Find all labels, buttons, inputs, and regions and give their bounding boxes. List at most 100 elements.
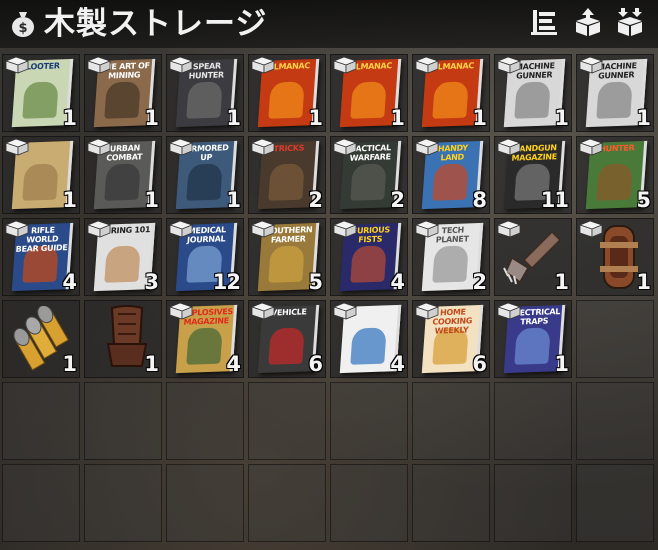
book-icon: [332, 55, 358, 75]
item-quantity: 1: [472, 106, 487, 130]
inventory-slot-empty[interactable]: [248, 464, 326, 542]
svg-text:$: $: [18, 21, 27, 36]
item-quantity: 1: [636, 106, 651, 130]
inventory-slot[interactable]: 4: [330, 300, 408, 378]
inventory-slot[interactable]: ALMANAC 1: [412, 54, 490, 132]
book-icon: [4, 137, 30, 157]
book-icon: [168, 55, 194, 75]
cover-art: [186, 327, 223, 365]
sort-button[interactable]: [528, 8, 560, 40]
item-quantity: 3: [144, 270, 159, 294]
item-quantity: 1: [144, 106, 159, 130]
inventory-slot[interactable]: HOME COOKING WEEKLY 6: [412, 300, 490, 378]
item-quantity: 2: [308, 188, 323, 212]
book-icon: [414, 137, 440, 157]
inventory-slot[interactable]: URBAN COMBAT 1: [84, 136, 162, 214]
inventory-slot[interactable]: SPEAR HUNTER 1: [166, 54, 244, 132]
inventory-slot-empty[interactable]: [412, 464, 490, 542]
inventory-slot-empty[interactable]: [412, 382, 490, 460]
inventory-slot[interactable]: TACTICAL WARFARE 2: [330, 136, 408, 214]
inventory-slot[interactable]: MACHINE GUNNER 1: [576, 54, 654, 132]
cover-art: [22, 163, 59, 201]
item-quantity: 1: [308, 106, 323, 130]
inventory-slot[interactable]: ALMANAC 1: [330, 54, 408, 132]
inventory-slot-empty[interactable]: [576, 464, 654, 542]
book-icon: [168, 301, 194, 321]
inventory-slot-empty[interactable]: [494, 382, 572, 460]
item-quantity: 6: [308, 352, 323, 376]
inventory-slot[interactable]: ELECTRICAL TRAPS 1: [494, 300, 572, 378]
item-quantity: 1: [62, 106, 77, 130]
item-quantity: 11: [540, 188, 569, 212]
cover-art: [514, 81, 551, 119]
inventory-slot[interactable]: EXPLOSIVES MAGAZINE 4: [166, 300, 244, 378]
book-icon: [332, 301, 358, 321]
inventory-slot-empty[interactable]: [576, 300, 654, 378]
sort-icon: [530, 8, 558, 40]
item-quantity: 5: [308, 270, 323, 294]
cover-art: [104, 245, 141, 283]
inventory-slot[interactable]: MACHINE GUNNER 1: [494, 54, 572, 132]
cover-art: [104, 163, 141, 201]
inventory-slot-empty[interactable]: [330, 382, 408, 460]
book-icon: [496, 137, 522, 157]
inventory-slot-empty[interactable]: [166, 382, 244, 460]
cover-art: [268, 245, 305, 283]
inventory-slot[interactable]: HANDGUN MAGAZINE 11: [494, 136, 572, 214]
inventory-slot[interactable]: LOOTER 1: [2, 54, 80, 132]
item-quantity: 1: [554, 106, 569, 130]
cover-art: [268, 81, 305, 119]
book-icon: [496, 55, 522, 75]
item-quantity: 2: [472, 270, 487, 294]
cover-art: [104, 81, 141, 119]
inventory-slot[interactable]: TRICKS 2: [248, 136, 326, 214]
inventory-slot-empty[interactable]: [494, 464, 572, 542]
inventory-slot-empty[interactable]: [166, 464, 244, 542]
item-quantity: 1: [226, 188, 241, 212]
inventory-slot[interactable]: WIRING 101 3: [84, 218, 162, 296]
inventory-slot[interactable]: 1: [494, 218, 572, 296]
inventory-slot[interactable]: MEDICAL JOURNAL 12: [166, 218, 244, 296]
cover-art: [514, 327, 551, 365]
book-icon: [86, 137, 112, 157]
inventory-slot[interactable]: 1: [2, 300, 80, 378]
inventory-slot[interactable]: 1: [2, 136, 80, 214]
inventory-slot-empty[interactable]: [248, 382, 326, 460]
inventory-slot[interactable]: 1: [576, 218, 654, 296]
inventory-slot-empty[interactable]: [330, 464, 408, 542]
inventory-slot[interactable]: FURIOUS FISTS 4: [330, 218, 408, 296]
inventory-slot-empty[interactable]: [576, 382, 654, 460]
book-icon: [250, 219, 276, 239]
book-icon: [250, 301, 276, 321]
book-icon: [332, 137, 358, 157]
book-icon: [168, 137, 194, 157]
cover-art: [350, 245, 387, 283]
inventory-slot[interactable]: ARMORED UP 1: [166, 136, 244, 214]
cover-art: [22, 81, 59, 119]
inventory-slot[interactable]: VEHICLE 6: [248, 300, 326, 378]
item-quantity: 1: [62, 352, 77, 376]
inventory-slot[interactable]: HUNTER 5: [576, 136, 654, 214]
cover-art: [350, 163, 387, 201]
inventory-slot-empty[interactable]: [84, 464, 162, 542]
inventory-slot-empty[interactable]: [84, 382, 162, 460]
inventory-slot[interactable]: TECH PLANET 2: [412, 218, 490, 296]
cover-art: [432, 245, 469, 283]
item-quantity: 6: [472, 352, 487, 376]
book-icon: [4, 55, 30, 75]
inventory-slot[interactable]: RIFLE WORLD BEAR GUIDE 4: [2, 218, 80, 296]
item-quantity: 4: [226, 352, 241, 376]
item-quantity: 4: [62, 270, 77, 294]
inventory-slot[interactable]: HANDY LAND 8: [412, 136, 490, 214]
inventory-slot[interactable]: THE ART OF MINING 1: [84, 54, 162, 132]
inventory-slot[interactable]: SOUTHERN FARMER 5: [248, 218, 326, 296]
book-icon: [86, 219, 112, 239]
inventory-slot-empty[interactable]: [2, 382, 80, 460]
inventory-slot[interactable]: ALMANAC 1: [248, 54, 326, 132]
inventory-slot-empty[interactable]: [2, 464, 80, 542]
place-all-button[interactable]: [614, 8, 646, 40]
take-all-button[interactable]: [572, 8, 604, 40]
item-quantity: 1: [144, 188, 159, 212]
inventory-slot[interactable]: 1: [84, 300, 162, 378]
item-quantity: 5: [636, 188, 651, 212]
